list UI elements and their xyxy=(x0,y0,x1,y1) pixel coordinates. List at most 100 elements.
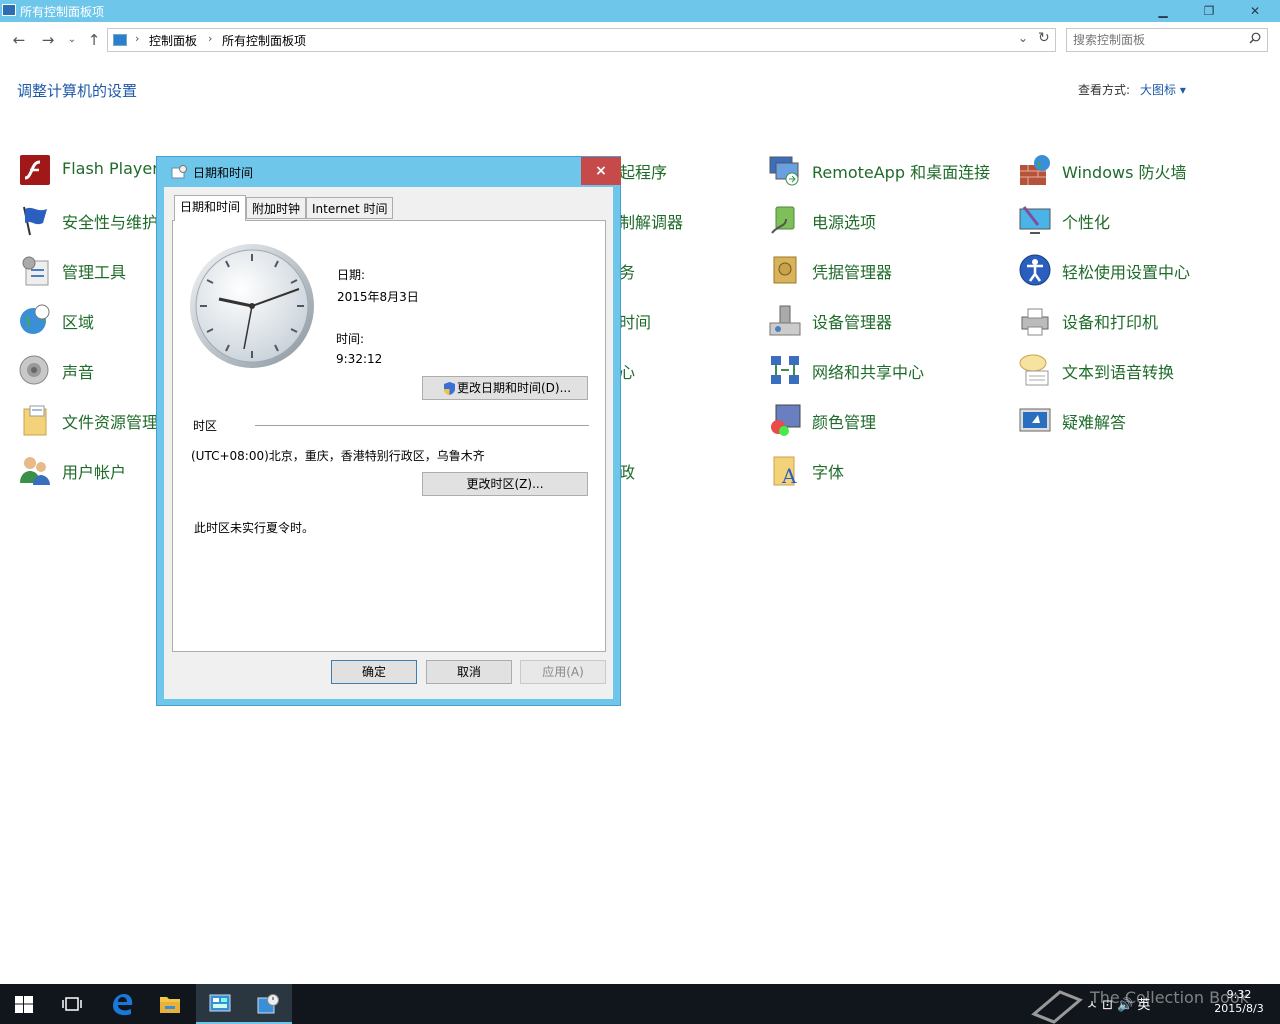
remote-desktop-icon xyxy=(769,156,799,186)
item-device-manager[interactable]: 设备管理器 xyxy=(768,303,1008,343)
control-panel-icon xyxy=(2,4,16,16)
speaker-icon xyxy=(19,355,49,385)
dialog-title: 日期和时间 xyxy=(193,166,254,180)
change-date-time-label: 更改日期和时间(D)... xyxy=(456,381,572,395)
ok-button[interactable]: 确定 xyxy=(331,660,417,684)
timezone-value: (UTC+08:00)北京，重庆，香港特别行政区，乌鲁木齐 xyxy=(191,449,485,463)
forward-arrow-icon[interactable]: → xyxy=(38,30,58,50)
admin-tools-icon xyxy=(22,256,49,286)
restore-button[interactable]: ❐ xyxy=(1186,0,1232,22)
search-icon[interactable] xyxy=(1249,32,1261,44)
svg-text:A: A xyxy=(781,464,797,487)
item-label: 安全性与维护 xyxy=(62,213,159,232)
item-troubleshooting[interactable]: 疑难解答 xyxy=(1018,403,1258,443)
taskbar-control-panel[interactable] xyxy=(196,984,244,1024)
item-label: RemoteApp 和桌面连接 xyxy=(812,163,991,182)
taskbar-time: 9:32 xyxy=(1226,988,1252,1001)
tab-date-time[interactable]: 日期和时间 xyxy=(174,195,247,221)
refresh-icon[interactable]: ↻ xyxy=(1038,30,1050,46)
window-title: 所有控制面板项 xyxy=(20,5,105,19)
breadcrumb-control-panel[interactable]: 控制面板 xyxy=(149,32,197,49)
address-bar[interactable]: › 控制面板 › 所有控制面板项 ⌄ ↻ xyxy=(107,28,1056,52)
dst-note: 此时区未实行夏令时。 xyxy=(194,521,315,535)
back-arrow-icon[interactable]: ← xyxy=(9,30,29,50)
item-label: 用户帐户 xyxy=(62,463,127,482)
speech-icon xyxy=(1019,354,1049,386)
control-panel-icon xyxy=(209,994,231,1012)
item-label: Windows 防火墙 xyxy=(1062,163,1187,182)
item-label: 区域 xyxy=(62,313,95,332)
date-time-icon xyxy=(257,994,279,1014)
change-date-time-button[interactable]: 更改日期和时间(D)... xyxy=(422,376,588,400)
apply-button[interactable]: 应用(A) xyxy=(520,660,606,684)
item-label: 疑难解答 xyxy=(1062,413,1127,432)
windows-logo-icon xyxy=(15,996,33,1013)
item-remoteapp[interactable]: RemoteApp 和桌面连接 xyxy=(768,153,1018,193)
date-time-panel: 日期: 2015年8月3日 时间: 9:32:12 更改日期和时间(D)... … xyxy=(172,220,606,652)
view-by: 查看方式: 大图标 ▾ xyxy=(1078,81,1186,98)
item-label: 管理工具 xyxy=(62,263,127,282)
item-label: 凭据管理器 xyxy=(812,263,893,282)
recent-dropdown-icon[interactable]: ⌄ xyxy=(62,30,82,50)
uac-shield-icon xyxy=(444,382,455,395)
dialog-body: 日期和时间 附加时钟 Internet 时间 日期: 2015年8月3日 时间:… xyxy=(164,187,613,699)
search-input[interactable] xyxy=(1073,32,1243,48)
item-color-management[interactable]: 颜色管理 xyxy=(768,403,1008,443)
tab-internet-time[interactable]: Internet 时间 xyxy=(306,197,394,219)
item-label: 心 xyxy=(619,363,636,382)
date-time-dialog: 日期和时间 × 日期和时间 附加时钟 Internet 时间 日期: 2015年… xyxy=(156,156,621,706)
book-watermark-icon xyxy=(1031,990,1083,1024)
time-value: 9:32:12 xyxy=(336,352,383,366)
item-label: 声音 xyxy=(62,363,95,382)
tab-additional-clocks[interactable]: 附加时钟 xyxy=(246,197,307,219)
dialog-close-button[interactable]: × xyxy=(581,157,621,185)
taskbar-edge[interactable] xyxy=(98,984,146,1024)
item-power-options[interactable]: 电源选项 xyxy=(768,203,1008,243)
taskbar-file-explorer[interactable] xyxy=(146,984,194,1024)
minimize-button[interactable]: ▁ xyxy=(1140,0,1186,22)
item-ease-of-access[interactable]: 轻松使用设置中心 xyxy=(1018,253,1258,293)
folder-options-icon xyxy=(23,405,47,436)
item-fonts[interactable]: A 字体 xyxy=(768,453,1008,493)
view-by-dropdown[interactable]: 大图标 ▾ xyxy=(1140,83,1186,97)
breadcrumb-all-items[interactable]: 所有控制面板项 xyxy=(222,32,306,49)
color-management-icon xyxy=(771,404,801,436)
firewall-icon xyxy=(1020,155,1050,185)
item-credential-manager[interactable]: 凭据管理器 xyxy=(768,253,1008,293)
cancel-button[interactable]: 取消 xyxy=(426,660,512,684)
item-label: 设备管理器 xyxy=(812,313,893,332)
item-label: Flash Player xyxy=(62,159,159,178)
control-panel-icon xyxy=(113,34,127,46)
taskbar: The Collection Book ㅅ ⊡ 🔊 英 9:32 2015/8/… xyxy=(0,984,1280,1024)
item-label: 设备和打印机 xyxy=(1062,313,1159,332)
item-windows-firewall[interactable]: Windows 防火墙 xyxy=(1018,153,1258,193)
item-label: 字体 xyxy=(812,463,845,482)
troubleshooting-icon xyxy=(1019,408,1051,432)
item-label: 颜色管理 xyxy=(812,413,877,432)
window-titlebar: 所有控制面板项 ▁ ❐ ✕ xyxy=(0,0,1280,22)
item-network-sharing[interactable]: 网络和共享中心 xyxy=(768,353,1008,393)
view-by-label: 查看方式: xyxy=(1078,83,1131,97)
fonts-icon: A xyxy=(773,456,797,487)
item-devices-printers[interactable]: 设备和打印机 xyxy=(1018,303,1258,343)
item-label: 务 xyxy=(619,263,636,282)
edge-browser-icon xyxy=(113,994,133,1016)
item-personalization[interactable]: 个性化 xyxy=(1018,203,1258,243)
close-button[interactable]: ✕ xyxy=(1232,0,1278,22)
item-label: 文本到语音转换 xyxy=(1062,363,1175,382)
system-tray-icons[interactable]: ㅅ ⊡ 🔊 英 xyxy=(1086,994,1150,1013)
change-timezone-button[interactable]: 更改时区(Z)... xyxy=(422,472,588,496)
task-view-button[interactable] xyxy=(48,984,96,1024)
start-button[interactable] xyxy=(0,984,48,1024)
item-label: 轻松使用设置中心 xyxy=(1062,263,1191,282)
address-dropdown-icon[interactable]: ⌄ xyxy=(1018,31,1028,45)
breadcrumb-chevron-icon[interactable]: › xyxy=(208,32,212,45)
item-label: 时间 xyxy=(619,313,652,332)
taskbar-clock[interactable]: 9:32 2015/8/3 xyxy=(1206,988,1272,1016)
taskbar-date-time[interactable] xyxy=(244,984,292,1024)
search-box[interactable] xyxy=(1066,28,1268,52)
item-text-to-speech[interactable]: 文本到语音转换 xyxy=(1018,353,1258,393)
timezone-divider xyxy=(255,425,589,426)
ease-of-access-icon xyxy=(1019,254,1051,286)
up-arrow-icon[interactable]: ↑ xyxy=(84,30,104,50)
